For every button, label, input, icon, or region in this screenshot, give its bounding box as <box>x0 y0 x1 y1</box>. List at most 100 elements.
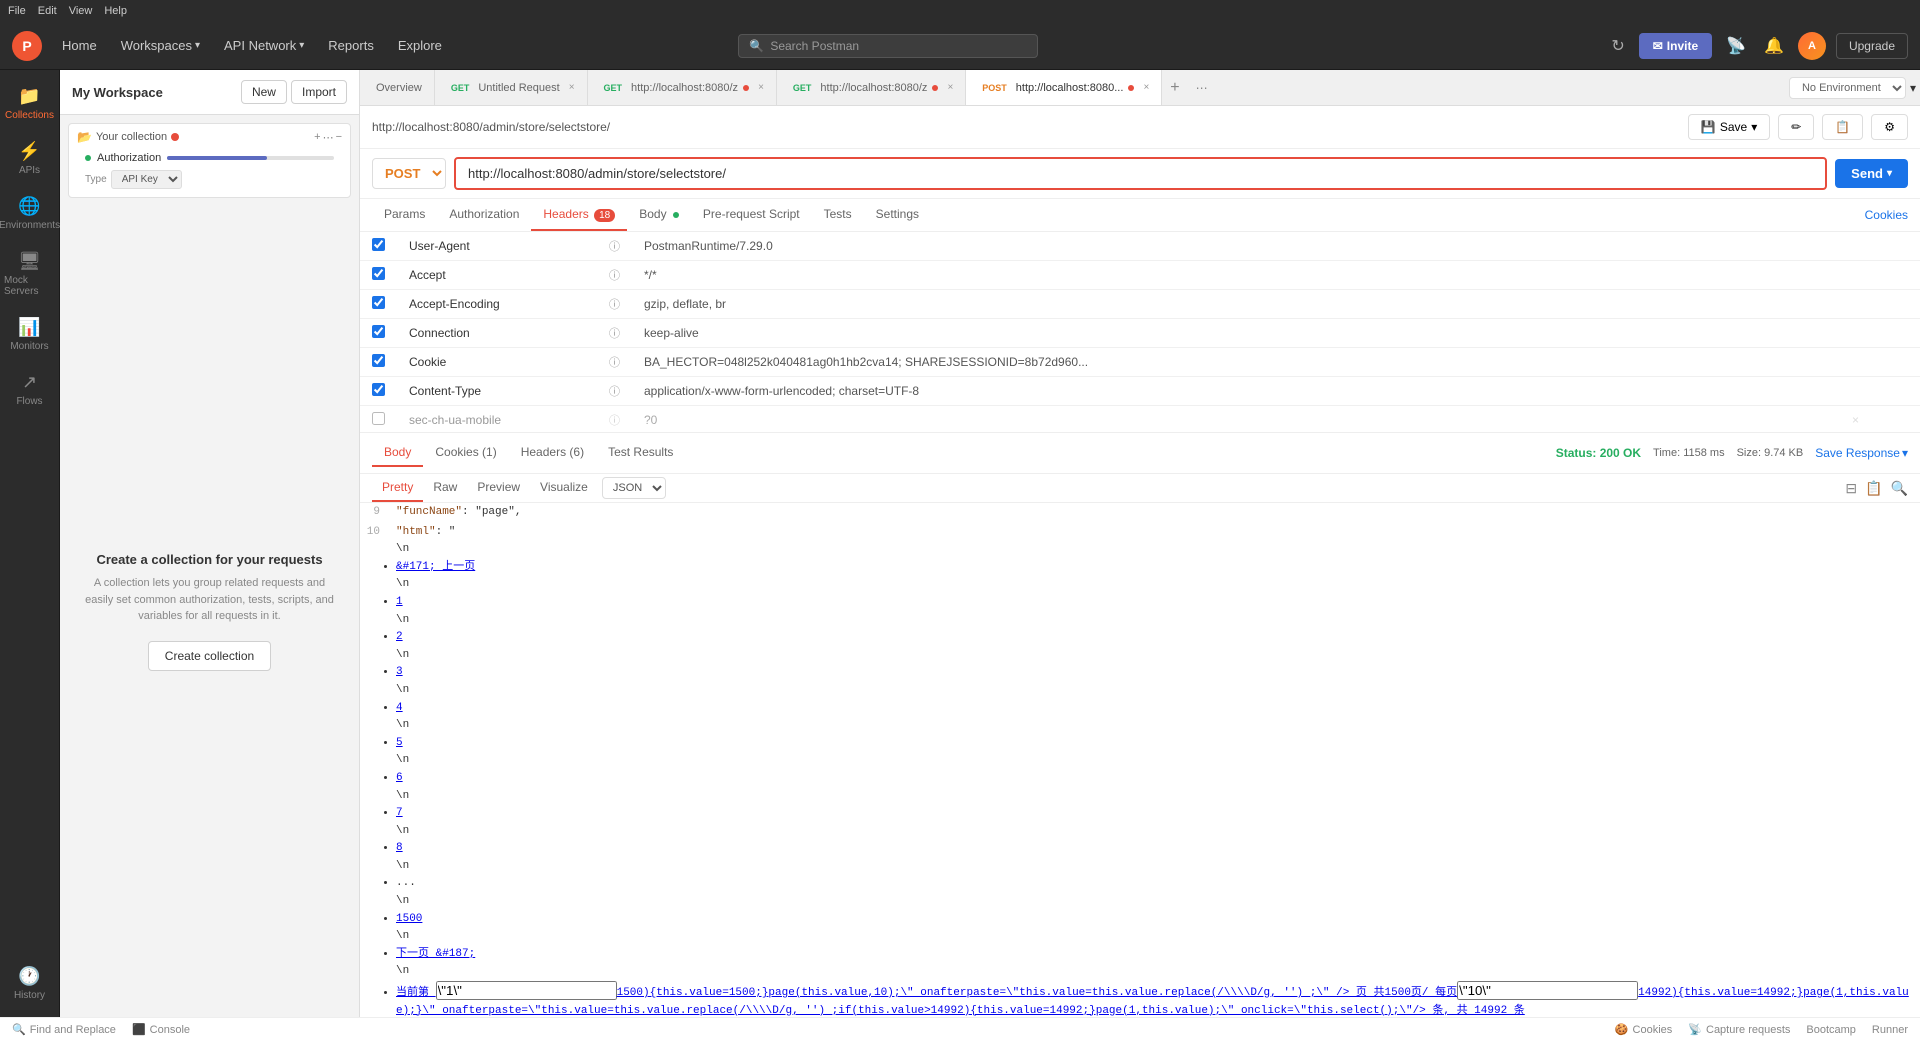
tab-get-3[interactable]: GET http://localhost:8080/z × <box>777 70 966 105</box>
nav-home[interactable]: Home <box>54 34 105 57</box>
add-tab-icon[interactable]: + <box>1162 79 1187 97</box>
env-chevron-icon: ▾ <box>1910 81 1916 95</box>
tab-close-3[interactable]: × <box>947 82 953 93</box>
collection-options-icon[interactable]: ⋯ <box>323 131 334 144</box>
settings-request-button[interactable]: ⚙ <box>1871 114 1908 140</box>
header-checkbox-2[interactable] <box>372 296 385 309</box>
resp-view-visualize[interactable]: Visualize <box>530 474 598 502</box>
resp-tab-cookies[interactable]: Cookies (1) <box>423 439 508 467</box>
sidebar-item-flows[interactable]: ↗ Flows <box>0 364 59 415</box>
header-checkbox-1[interactable] <box>372 267 385 280</box>
tab-overview[interactable]: Overview <box>364 70 435 105</box>
header-info-icon-5[interactable]: ⓘ <box>597 377 632 406</box>
header-info-icon-1[interactable]: ⓘ <box>597 261 632 290</box>
sidebar-item-apis[interactable]: ⚡ APIs <box>0 133 59 184</box>
header-checkbox-0[interactable] <box>372 238 385 251</box>
sync-icon[interactable]: ↻ <box>1607 32 1628 60</box>
line-number: 10 <box>360 524 384 1017</box>
tab-close-4[interactable]: × <box>1143 82 1149 93</box>
row-delete-icon-6[interactable]: × <box>1840 406 1920 433</box>
import-button[interactable]: Import <box>291 80 347 104</box>
edit-button[interactable]: ✏ <box>1778 114 1814 140</box>
tab-untitled-request[interactable]: GET Untitled Request × <box>435 70 588 105</box>
send-button[interactable]: Send ▾ <box>1835 159 1908 188</box>
req-tab-body[interactable]: Body <box>627 199 691 231</box>
req-tab-params[interactable]: Params <box>372 199 437 231</box>
header-info-icon-3[interactable]: ⓘ <box>597 319 632 348</box>
cookies-bottom-item[interactable]: 🍪 Cookies <box>1615 1023 1672 1036</box>
more-tabs-icon[interactable]: ⋯ <box>1188 81 1216 95</box>
type-label: Type <box>85 174 107 185</box>
search-bar[interactable]: 🔍 Search Postman <box>738 34 1038 58</box>
header-info-icon-4[interactable]: ⓘ <box>597 348 632 377</box>
nav-api-network[interactable]: API Network ▾ <box>216 34 312 57</box>
sidebar-item-monitors[interactable]: 📊 Monitors <box>0 309 59 360</box>
avatar[interactable]: A <box>1798 32 1826 60</box>
header-checkbox-6[interactable] <box>372 412 385 425</box>
header-checkbox-5[interactable] <box>372 383 385 396</box>
header-checkbox-4[interactable] <box>372 354 385 367</box>
new-button[interactable]: New <box>241 80 287 104</box>
runner-item[interactable]: Runner <box>1872 1023 1908 1036</box>
bell-icon[interactable]: 🔔 <box>1760 32 1788 60</box>
resp-tab-test-results[interactable]: Test Results <box>596 439 685 467</box>
nav-reports[interactable]: Reports <box>320 34 382 57</box>
request-bar: POST Send ▾ <box>360 149 1920 199</box>
req-tab-pre-request[interactable]: Pre-request Script <box>691 199 812 231</box>
url-input[interactable] <box>454 157 1827 190</box>
nav-workspaces[interactable]: Workspaces ▾ <box>113 34 208 57</box>
type-select[interactable]: API Key <box>111 170 182 189</box>
bootcamp-item[interactable]: Bootcamp <box>1806 1023 1856 1036</box>
upgrade-button[interactable]: Upgrade <box>1836 33 1908 59</box>
sidebar-item-environments[interactable]: 🌐 Environments <box>0 188 59 239</box>
capture-requests-item[interactable]: 📡 Capture requests <box>1688 1023 1790 1036</box>
resp-view-preview[interactable]: Preview <box>467 474 530 502</box>
console-item[interactable]: ⬛ Console <box>132 1023 190 1036</box>
req-tab-tests[interactable]: Tests <box>812 199 864 231</box>
copy-response-icon[interactable]: 📋 <box>1865 480 1882 497</box>
menu-help[interactable]: Help <box>104 5 127 17</box>
invite-button[interactable]: ✉ Invite <box>1639 33 1712 59</box>
menu-view[interactable]: View <box>69 5 93 17</box>
tab-get-2[interactable]: GET http://localhost:8080/z × <box>588 70 777 105</box>
copy-button[interactable]: 📋 <box>1822 114 1863 140</box>
resp-tab-body[interactable]: Body <box>372 439 423 467</box>
header-info-icon-6[interactable]: ⓘ <box>597 406 632 433</box>
auth-item[interactable]: Authorization <box>77 148 342 168</box>
response-status: Status: 200 OK Time: 1158 ms Size: 9.74 … <box>1556 446 1908 460</box>
sidebar-item-collections[interactable]: 📁 Collections <box>0 78 59 129</box>
header-info-icon-2[interactable]: ⓘ <box>597 290 632 319</box>
collapse-collection-icon[interactable]: − <box>336 131 342 144</box>
find-replace-item[interactable]: 🔍 Find and Replace <box>12 1023 116 1036</box>
resp-view-pretty[interactable]: Pretty <box>372 474 423 502</box>
header-info-icon-0[interactable]: ⓘ <box>597 232 632 261</box>
req-tab-authorization[interactable]: Authorization <box>437 199 531 231</box>
menu-edit[interactable]: Edit <box>38 5 57 17</box>
cookies-link[interactable]: Cookies <box>1865 208 1908 222</box>
collection-mini-header[interactable]: 📂 Your collection + ⋯ − <box>77 130 342 144</box>
create-collection-button[interactable]: Create collection <box>148 641 271 671</box>
tab-post-active[interactable]: POST http://localhost:8080... × <box>966 70 1162 105</box>
resp-view-raw[interactable]: Raw <box>423 474 467 502</box>
resp-tab-headers[interactable]: Headers (6) <box>509 439 596 467</box>
header-checkbox-3[interactable] <box>372 325 385 338</box>
radio-icon[interactable]: 📡 <box>1722 32 1750 60</box>
auth-bar-fill <box>167 156 267 160</box>
sidebar-item-history[interactable]: 🕐 History <box>0 958 59 1009</box>
format-select[interactable]: JSON <box>602 477 666 499</box>
nav-explore[interactable]: Explore <box>390 34 450 57</box>
tab-close-2[interactable]: × <box>758 82 764 93</box>
status-ok-badge: Status: 200 OK <box>1556 446 1641 460</box>
search-response-icon[interactable]: 🔍 <box>1891 480 1908 497</box>
menu-file[interactable]: File <box>8 5 26 17</box>
tab-close-1[interactable]: × <box>569 82 575 93</box>
req-tab-headers[interactable]: Headers 18 <box>531 199 627 231</box>
save-response-button[interactable]: Save Response ▾ <box>1815 446 1908 460</box>
filter-icon[interactable]: ⊟ <box>1845 480 1857 497</box>
save-button[interactable]: 💾 Save ▾ <box>1688 114 1770 140</box>
sidebar-item-mock-servers[interactable]: 🖥 Mock Servers <box>0 243 59 305</box>
req-tab-settings[interactable]: Settings <box>864 199 931 231</box>
environment-select[interactable]: No Environment <box>1789 77 1906 99</box>
method-select[interactable]: POST <box>372 158 446 189</box>
add-to-collection-icon[interactable]: + <box>314 131 320 144</box>
